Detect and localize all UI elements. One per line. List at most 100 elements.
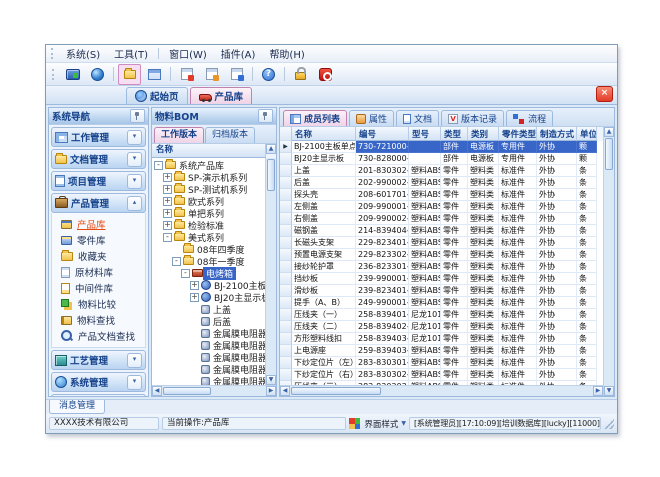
table-row[interactable]: 上电源座259-839403-00X塑料ABS零件塑料类标准件外协条: [280, 345, 603, 357]
pin-icon[interactable]: [130, 109, 145, 123]
tree-item[interactable]: 金属膜电阻器: [152, 375, 265, 385]
pin-icon[interactable]: [258, 109, 273, 123]
message-management-tab[interactable]: 消息管理: [49, 400, 105, 414]
tree-column-header[interactable]: 名称: [152, 144, 266, 158]
tree-scroll-left-button[interactable]: ◀: [152, 386, 162, 396]
tree-item[interactable]: +SP-演示机系列: [152, 171, 265, 183]
tree-item[interactable]: -电烤箱: [152, 267, 265, 279]
tree-item[interactable]: 金属膜电阻器: [152, 339, 265, 351]
chevron-down-icon[interactable]: ▾: [127, 174, 142, 189]
expand-icon[interactable]: +: [163, 209, 172, 218]
grid-hscroll-thumb[interactable]: [291, 387, 381, 395]
expand-icon[interactable]: +: [163, 173, 172, 182]
table-row[interactable]: 下纱定位片（右）283-830302-00X塑料ABS零件塑料类标准件外协条: [280, 369, 603, 381]
item-product-library[interactable]: 产品库: [52, 216, 145, 232]
tree-scroll-up-button[interactable]: ▲: [266, 144, 276, 154]
table-row[interactable]: 滑纱板239-823401-00X塑料ABS零件塑料类标准件外协条: [280, 285, 603, 297]
report-button-1[interactable]: [175, 64, 198, 85]
grid-scroll-up-button[interactable]: ▲: [604, 127, 614, 137]
chevron-up-icon[interactable]: ▴: [127, 196, 142, 211]
interface-style-selector[interactable]: 界面样式 ▼: [349, 418, 406, 430]
chevron-down-icon[interactable]: ▾: [127, 375, 142, 390]
column-header-6[interactable]: 制造方式: [537, 127, 577, 141]
collapse-icon[interactable]: -: [163, 233, 172, 242]
tab-product-library[interactable]: 产品库: [190, 87, 253, 104]
tree-item[interactable]: 金属膜电阻器: [152, 327, 265, 339]
tree-item[interactable]: 后盖: [152, 315, 265, 327]
exit-button[interactable]: [314, 64, 337, 85]
menu-help[interactable]: 帮助(H): [262, 44, 311, 63]
column-header-2[interactable]: 型号: [409, 127, 441, 141]
grid-scroll-right-button[interactable]: ▶: [593, 386, 603, 396]
table-row[interactable]: BJ20主显示板730-828000-04X部件电源板专用件外协颗: [280, 153, 603, 165]
tree-item[interactable]: +SP-测试机系列: [152, 183, 265, 195]
expand-icon[interactable]: +: [163, 221, 172, 230]
column-header-0[interactable]: 名称: [292, 127, 356, 141]
column-header-1[interactable]: 编号: [356, 127, 409, 141]
tree-horizontal-scrollbar[interactable]: ◀ ▶: [152, 385, 276, 396]
menubar-grip[interactable]: [51, 48, 56, 59]
group-process-management[interactable]: 工艺管理▾: [51, 350, 146, 370]
workspace-button[interactable]: [61, 64, 84, 85]
tree-item[interactable]: -08年一季度: [152, 255, 265, 267]
column-header-4[interactable]: 类别: [468, 127, 499, 141]
table-row[interactable]: 预置电源支架229-823302-00X塑料ABS零件塑料类标准件外协条: [280, 249, 603, 261]
item-material-search[interactable]: 物料查找: [52, 312, 145, 328]
close-document-button[interactable]: ×: [596, 86, 613, 102]
grid-vertical-scrollbar[interactable]: ▲ ▼: [603, 127, 614, 396]
resize-grip[interactable]: [604, 419, 614, 429]
item-intermediate-library[interactable]: 中间件库: [52, 280, 145, 296]
tree-item[interactable]: +BJ20主显示板: [152, 291, 265, 303]
grid-scroll-down-button[interactable]: ▼: [604, 386, 614, 396]
expand-icon[interactable]: +: [163, 185, 172, 194]
grid-vscroll-thumb[interactable]: [605, 138, 613, 170]
tree-item[interactable]: -美式系列: [152, 231, 265, 243]
tree-item[interactable]: +检验标准: [152, 219, 265, 231]
item-product-doc-search[interactable]: 产品文档查找: [52, 328, 145, 344]
chevron-down-icon[interactable]: ▾: [127, 353, 142, 368]
table-row[interactable]: 压线夹（一）258-839401-00X尼龙1010零件塑料类标准件外协条: [280, 309, 603, 321]
tree-item[interactable]: 08年四季度: [152, 243, 265, 255]
table-row[interactable]: 接纱轮护罩236-823301-00X塑料ABS零件塑料类标准件外协条: [280, 261, 603, 273]
tab-version-history[interactable]: 版本记录: [441, 110, 504, 126]
expand-icon[interactable]: +: [163, 197, 172, 206]
tree-scroll-right-button[interactable]: ▶: [266, 386, 276, 396]
tab-properties[interactable]: 属性: [349, 110, 394, 126]
table-row[interactable]: 下纱定位片（左）283-830301-00X塑料ABS零件塑料类标准件外协条: [280, 357, 603, 369]
table-row[interactable]: 挡纱板239-990001-01X塑料ABS零件塑料类标准件外协条: [280, 273, 603, 285]
group-product-management[interactable]: 产品管理▴: [51, 193, 146, 213]
group-project-management[interactable]: 项目管理▾: [51, 171, 146, 191]
table-row[interactable]: 压线夹（二）258-839402-00X尼龙1010零件塑料类标准件外协条: [280, 321, 603, 333]
lock-button[interactable]: [289, 64, 312, 85]
table-row[interactable]: ▶BJ-2100主板单点730-721000-12X部件电源板专用件外协颗: [280, 141, 603, 153]
grid-horizontal-scrollbar[interactable]: ◀ ▶: [280, 385, 603, 396]
group-work-management[interactable]: 工作管理▾: [51, 127, 146, 147]
column-header-3[interactable]: 类型: [441, 127, 468, 141]
chevron-down-icon[interactable]: ▾: [127, 152, 142, 167]
group-config-management[interactable]: 配置管理▾: [51, 394, 146, 396]
tree-item[interactable]: -系统产品库: [152, 159, 265, 171]
expand-icon[interactable]: +: [190, 281, 199, 290]
table-row[interactable]: 磁钢盖214-839404-01X塑料ABS零件塑料类标准件外协条: [280, 225, 603, 237]
toolbar-grip[interactable]: [52, 69, 57, 80]
group-document-management[interactable]: 文档管理▾: [51, 149, 146, 169]
column-header-7[interactable]: 单位: [577, 127, 597, 141]
help-button[interactable]: [257, 64, 280, 85]
collapse-icon[interactable]: -: [154, 161, 163, 170]
network-button[interactable]: [86, 64, 109, 85]
column-header-5[interactable]: 零件类型: [499, 127, 537, 141]
item-material-compare[interactable]: 物料比较: [52, 296, 145, 312]
tree-hscroll-thumb[interactable]: [163, 387, 211, 395]
tree-item[interactable]: +欧式系列: [152, 195, 265, 207]
tree-item[interactable]: +单把系列: [152, 207, 265, 219]
report-button-3[interactable]: [225, 64, 248, 85]
tree-scroll-down-button[interactable]: ▼: [266, 375, 276, 385]
tab-start-page[interactable]: 起始页: [126, 87, 188, 104]
table-row[interactable]: 上盖201-830302-00X塑料ABS零件塑料类标准件外协条: [280, 165, 603, 177]
tab-documents[interactable]: 文档: [396, 110, 439, 126]
menu-window[interactable]: 窗口(W): [162, 44, 214, 63]
report-button-2[interactable]: [200, 64, 223, 85]
table-row[interactable]: 右侧盖209-990002-01X塑料ABS零件塑料类标准件外协条: [280, 213, 603, 225]
grid-scroll-left-button[interactable]: ◀: [280, 386, 290, 396]
tab-working-version[interactable]: 工作版本: [154, 127, 204, 143]
